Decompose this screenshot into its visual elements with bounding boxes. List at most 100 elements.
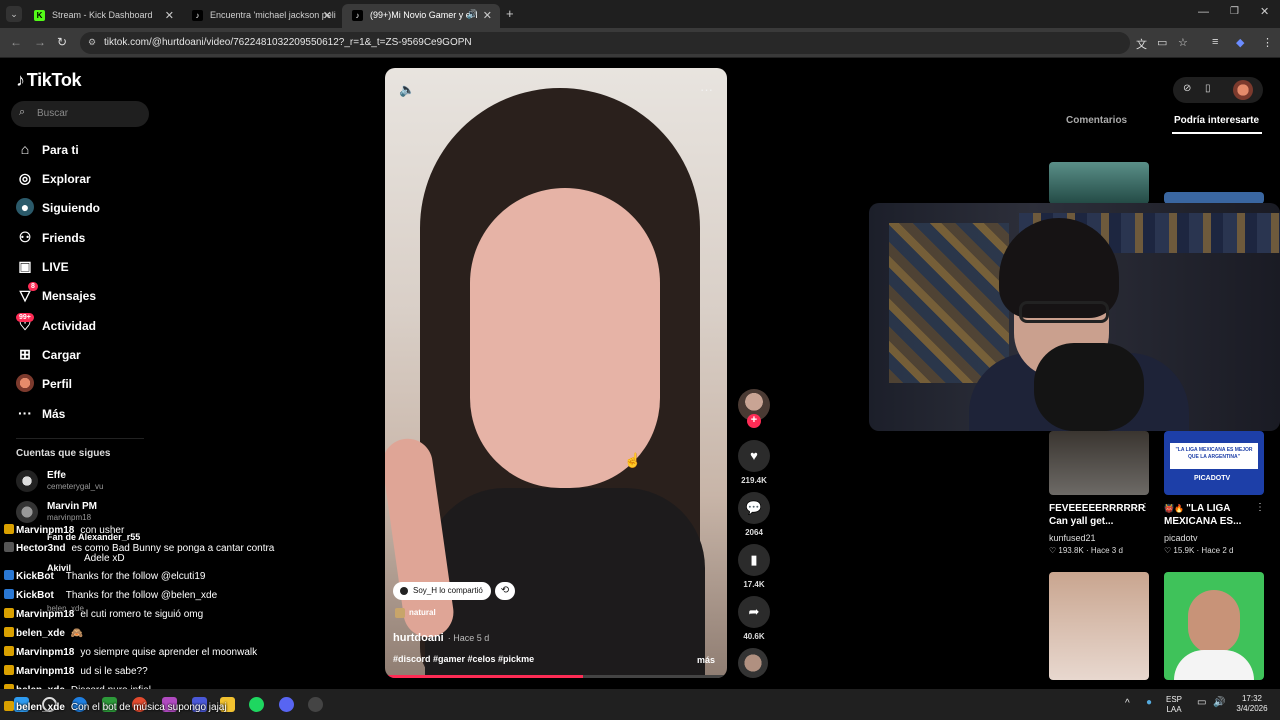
spotify-icon[interactable] <box>249 697 264 712</box>
user-avatar[interactable] <box>1233 80 1253 100</box>
search-input[interactable]: ⌕ Buscar <box>11 101 149 127</box>
restore-button[interactable]: ❐ <box>1230 6 1239 17</box>
site-info-icon[interactable]: ⚙ <box>88 37 96 48</box>
suggested-thumbnail[interactable] <box>1049 162 1149 204</box>
tiktok-icon: ♪ <box>16 70 25 90</box>
tab-title: Encuentra 'michael jackson peli <box>210 10 336 20</box>
effect-tag[interactable]: natural <box>395 608 436 618</box>
chat-text: con usher <box>80 525 125 536</box>
nav-label: Mensajes <box>42 289 97 303</box>
close-icon[interactable]: ✕ <box>323 9 332 22</box>
chat-message: KickBot Thanks for the follow @belen_xde <box>4 589 217 605</box>
card-title-wrap[interactable]: 👹🔥 "LA LIGA MEXICANA ES... <box>1164 502 1260 528</box>
chat-text: el cuti romero te siguió omg <box>80 609 204 620</box>
language-indicator[interactable]: ESP LAA <box>1166 695 1182 715</box>
chat-user: Marvinpm18 <box>16 647 75 658</box>
badge-icon <box>4 646 14 656</box>
cast-icon[interactable]: ▭ <box>1157 36 1167 49</box>
extension-icon[interactable]: ◆ <box>1236 36 1244 49</box>
chat-text: Thanks for the follow @belen_xde <box>65 590 218 601</box>
tab-comentarios[interactable]: Comentarios <box>1066 115 1127 126</box>
card-more-icon[interactable]: ⋮ <box>1255 502 1265 513</box>
browser-tab-strip: ⌄ K Stream - Kick Dashboard ✕ ♪ Encuentr… <box>0 0 1280 28</box>
heart-icon: ♡ <box>1164 546 1174 555</box>
language-code: ESP <box>1166 695 1183 704</box>
close-window-button[interactable]: ✕ <box>1260 5 1269 18</box>
video-progress-bar[interactable] <box>385 675 727 678</box>
more-options-icon[interactable]: ··· <box>700 82 713 97</box>
discord-icon[interactable] <box>279 697 294 712</box>
caption-more-button[interactable]: más <box>697 655 715 665</box>
nav-label: Friends <box>42 231 86 245</box>
follow-plus-icon[interactable]: + <box>747 414 761 428</box>
webcam-overlay <box>869 203 1280 431</box>
close-icon[interactable]: ✕ <box>165 9 174 22</box>
suggested-thumbnail[interactable] <box>1049 431 1149 495</box>
close-icon[interactable]: ✕ <box>483 9 492 22</box>
tab-tiktok-search[interactable]: ♪ Encuentra 'michael jackson peli ✕ <box>182 4 340 28</box>
clock-date: 3/4/2026 <box>1236 704 1268 713</box>
bookmark-star-icon[interactable]: ☆ <box>1178 36 1188 49</box>
tiktok-logo[interactable]: ♪ TikTok <box>16 70 82 91</box>
chat-user: Marvinpm18 <box>16 666 75 677</box>
card-time: Hace 3 d <box>1090 546 1123 555</box>
tab-search-button[interactable]: ⌄ <box>6 6 22 22</box>
sound-disc[interactable] <box>738 648 768 678</box>
chat-text: yo siempre quise aprender el moonwalk <box>80 647 258 658</box>
tab-podria-interesarte[interactable]: Podría interesarte <box>1174 115 1259 126</box>
tab-tiktok-video[interactable]: ♪ (99+)Mi Novio Gamer y el I 🔊 ✕ <box>342 4 500 28</box>
back-icon[interactable]: ← <box>10 35 22 49</box>
like-button[interactable]: ♥ 219.4K <box>738 440 770 485</box>
volume-icon[interactable]: 🔈 <box>399 82 415 98</box>
sidebar-divider <box>16 438 144 439</box>
chat-text: Thanks for the follow @elcuti19 <box>65 571 206 582</box>
explore-icon[interactable]: ⊘ <box>1183 83 1191 94</box>
reload-icon[interactable]: ↻ <box>57 35 67 49</box>
repost-icon[interactable]: ⟲ <box>495 582 515 600</box>
volume-icon[interactable]: 🔊 <box>1213 698 1225 708</box>
speaker-icon[interactable]: 🔊 <box>467 9 478 20</box>
friends-icon: ⚇ <box>18 229 32 245</box>
chat-text: ud si le sabe?? <box>80 666 148 677</box>
author-name: hurtdoani <box>393 632 444 644</box>
windows-taskbar: belen_xde Con el bot de música supongo ja… <box>0 689 1280 720</box>
card-user[interactable]: picadotv <box>1164 533 1198 543</box>
video-hashtags[interactable]: #discord #gamer #celos #pickme <box>393 654 534 664</box>
video-author[interactable]: hurtdoani · Hace 5 d <box>393 632 489 644</box>
network-icon[interactable]: ▭ <box>1197 698 1206 708</box>
chat-text: Adele xD <box>84 553 125 564</box>
account-name: Marvin PM <box>47 501 98 512</box>
microphone-icon[interactable]: ● <box>1146 698 1152 708</box>
thumbnail-caption: "LA LIGA MEXICANA ES MEJOR QUE LA ARGENT… <box>1170 443 1258 469</box>
media-icon[interactable]: ≡ <box>1212 36 1218 48</box>
following-heading: Cuentas que sigues <box>16 448 111 459</box>
chat-text: Con el bot de música supongo jajaj <box>70 702 227 713</box>
share-button[interactable]: ➦ 40.6K <box>738 596 770 641</box>
device-icon[interactable]: ▯ <box>1205 83 1211 94</box>
translate-icon[interactable]: 文 <box>1136 36 1147 52</box>
shared-by-pill[interactable]: Soy_H lo compartió <box>393 582 491 600</box>
tab-kick-dashboard[interactable]: K Stream - Kick Dashboard ✕ <box>24 4 182 28</box>
suggested-thumbnail[interactable]: "LA LIGA MEXICANA ES MEJOR QUE LA ARGENT… <box>1164 431 1264 495</box>
menu-icon[interactable]: ⋮ <box>1262 36 1273 49</box>
new-tab-button[interactable]: + <box>506 6 514 21</box>
suggested-thumbnail[interactable] <box>1049 572 1149 680</box>
forward-icon[interactable]: → <box>34 35 46 49</box>
suggested-thumbnail[interactable] <box>1164 572 1264 680</box>
account-handle: marvinpm18 <box>47 513 92 522</box>
badge-icon <box>4 665 14 675</box>
obs-icon[interactable] <box>308 697 323 712</box>
tray-overflow-icon[interactable]: ^ <box>1125 699 1130 709</box>
video-progress-fill <box>385 675 584 678</box>
card-more-icon[interactable]: ⋮ <box>1140 502 1150 513</box>
chat-message: KickBot Thanks for the follow @elcuti19 <box>4 570 205 586</box>
minimize-button[interactable]: — <box>1198 6 1209 18</box>
comment-button[interactable]: 💬 2064 <box>738 492 770 537</box>
address-bar[interactable]: ⚙ tiktok.com/@hurtdoani/video/7622481032… <box>80 32 1130 54</box>
card-likes: 15.9K <box>1173 546 1195 555</box>
card-title[interactable]: FEVEEEEERRRRRR Can yall get... <box>1049 502 1145 528</box>
save-button[interactable]: ▮ 17.4K <box>738 544 770 589</box>
clock[interactable]: 17:32 3/4/2026 <box>1232 694 1272 714</box>
video-player[interactable]: 🔈 ··· Soy_H lo compartió ⟲ natural hurtd… <box>385 68 727 678</box>
card-user[interactable]: kunfused21 <box>1049 533 1096 543</box>
